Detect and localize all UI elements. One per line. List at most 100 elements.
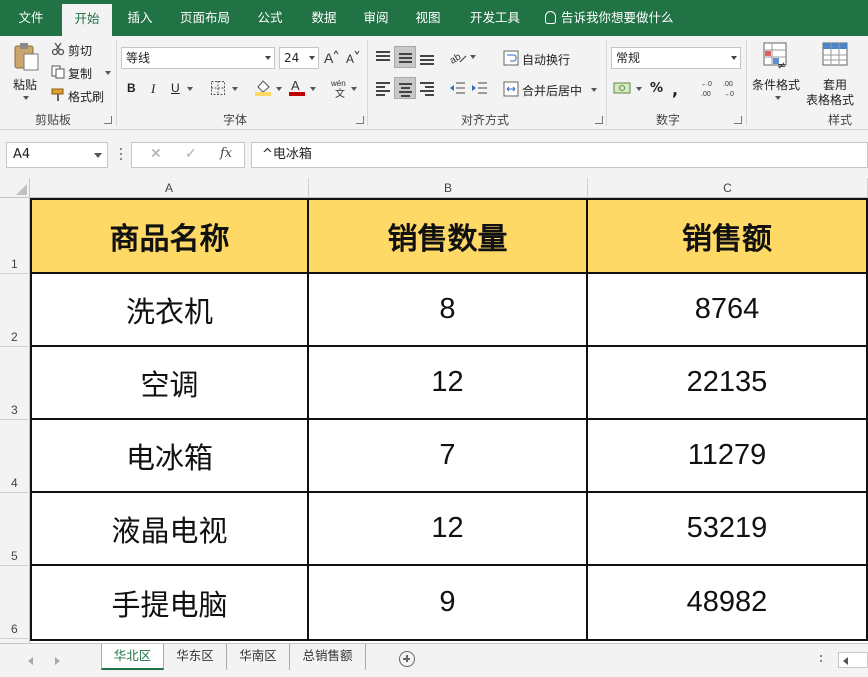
align-top-icon[interactable] xyxy=(372,46,394,68)
format-painter-button[interactable]: 格式刷 xyxy=(68,88,104,105)
row-header-3[interactable]: 3 xyxy=(0,347,30,420)
cell-c2[interactable]: 8764 xyxy=(588,274,868,347)
cell-a2[interactable]: 洗衣机 xyxy=(32,274,309,347)
row-header-5[interactable]: 5 xyxy=(0,493,30,566)
add-sheet-icon[interactable] xyxy=(399,651,415,667)
copy-button[interactable]: 复制 xyxy=(68,65,92,82)
font-name-select[interactable]: 等线 xyxy=(121,47,275,69)
cell-c4[interactable]: 11279 xyxy=(588,420,868,493)
cell-c5[interactable]: 53219 xyxy=(588,493,868,566)
paste-dropdown-icon[interactable] xyxy=(23,96,29,100)
name-box[interactable]: A4 xyxy=(6,142,108,168)
tab-formulas[interactable]: 公式 xyxy=(248,0,292,36)
tell-me-box[interactable]: 告诉我你想要做什么 xyxy=(545,0,674,36)
cell-c6[interactable]: 48982 xyxy=(588,566,868,641)
cell-b4[interactable]: 7 xyxy=(309,420,588,493)
decrease-font-icon[interactable]: A xyxy=(345,49,361,68)
insert-function-icon[interactable]: fx xyxy=(220,146,232,161)
column-header-b[interactable]: B xyxy=(309,178,588,198)
cut-button[interactable]: 剪切 xyxy=(68,42,92,59)
next-sheet-icon[interactable] xyxy=(55,657,60,665)
row-header-2[interactable]: 2 xyxy=(0,274,30,347)
cell-a6[interactable]: 手提电脑 xyxy=(32,566,309,641)
column-header-c[interactable]: C xyxy=(588,178,868,198)
cell-c3[interactable]: 22135 xyxy=(588,347,868,420)
number-launcher-icon[interactable] xyxy=(734,116,742,124)
sheet-tab-huabei[interactable]: 华北区 xyxy=(101,644,164,670)
number-format-select[interactable]: 常规 xyxy=(611,47,741,69)
tab-view[interactable]: 视图 xyxy=(406,0,450,36)
tab-review[interactable]: 审阅 xyxy=(354,0,398,36)
cell-b3[interactable]: 12 xyxy=(309,347,588,420)
sheet-tab-huadong[interactable]: 华东区 xyxy=(164,644,227,670)
align-middle-icon[interactable] xyxy=(394,46,416,68)
column-header-a[interactable]: A xyxy=(30,178,309,198)
font-color-icon[interactable]: A xyxy=(288,78,306,99)
tab-insert[interactable]: 插入 xyxy=(116,0,164,36)
orientation-dropdown-icon[interactable] xyxy=(470,55,476,59)
cell-b6[interactable]: 9 xyxy=(309,566,588,641)
sheet-tab-total[interactable]: 总销售额 xyxy=(290,644,366,670)
tab-developer[interactable]: 开发工具 xyxy=(460,0,530,36)
tab-data[interactable]: 数据 xyxy=(302,0,346,36)
borders-dropdown-icon[interactable] xyxy=(232,87,238,91)
align-center-icon[interactable] xyxy=(394,77,416,99)
copy-dropdown-icon[interactable] xyxy=(105,71,111,75)
prev-sheet-icon[interactable] xyxy=(28,657,33,665)
cancel-icon[interactable]: ✕ xyxy=(150,146,162,162)
merge-center-button[interactable]: 合并后居中 xyxy=(522,82,582,99)
decrease-decimal-icon[interactable]: .00 →0 xyxy=(722,78,740,101)
phonetic-icon[interactable]: wén 文 xyxy=(330,78,350,101)
font-launcher-icon[interactable] xyxy=(356,116,364,124)
alignment-launcher-icon[interactable] xyxy=(595,116,603,124)
enter-icon[interactable]: ✓ xyxy=(185,146,197,162)
decrease-indent-icon[interactable] xyxy=(449,81,465,98)
underline-button[interactable]: U xyxy=(171,81,180,95)
conditional-format-dropdown-icon[interactable] xyxy=(775,96,781,100)
scroll-left-icon[interactable] xyxy=(843,657,848,665)
row-header-6[interactable]: 6 xyxy=(0,566,30,639)
increase-indent-icon[interactable] xyxy=(471,81,487,98)
cell-b2[interactable]: 8 xyxy=(309,274,588,347)
cell-b1[interactable]: 销售数量 xyxy=(309,200,588,274)
sheet-tab-huanan[interactable]: 华南区 xyxy=(227,644,290,670)
font-size-select[interactable]: 24 xyxy=(279,47,319,69)
tab-page-layout[interactable]: 页面布局 xyxy=(170,0,240,36)
tab-file[interactable]: 文件 xyxy=(8,0,54,36)
align-right-icon[interactable] xyxy=(416,77,438,99)
cell-a4[interactable]: 电冰箱 xyxy=(32,420,309,493)
tab-splitter-handle[interactable] xyxy=(820,655,823,669)
percent-icon[interactable]: % xyxy=(650,81,663,96)
borders-icon[interactable] xyxy=(210,80,226,99)
formula-input[interactable]: ^电冰箱 xyxy=(251,142,868,168)
tab-home[interactable]: 开始 xyxy=(62,4,112,36)
currency-icon[interactable] xyxy=(613,80,633,99)
currency-dropdown-icon[interactable] xyxy=(636,87,642,91)
orientation-icon[interactable]: ab xyxy=(448,48,468,69)
cell-a1[interactable]: 商品名称 xyxy=(32,200,309,274)
paste-icon[interactable] xyxy=(12,42,40,72)
fill-color-dropdown-icon[interactable] xyxy=(276,87,282,91)
cell-b5[interactable]: 12 xyxy=(309,493,588,566)
splitter-handle[interactable] xyxy=(120,148,123,162)
fill-color-icon[interactable] xyxy=(254,78,272,99)
table-format-line2[interactable]: 表格格式 xyxy=(806,91,854,108)
row-header-1[interactable]: 1 xyxy=(0,198,30,274)
phonetic-dropdown-icon[interactable] xyxy=(351,87,357,91)
underline-dropdown-icon[interactable] xyxy=(187,87,193,91)
conditional-format-button[interactable]: 条件格式 xyxy=(752,76,800,93)
select-all-button[interactable] xyxy=(0,178,30,198)
align-bottom-icon[interactable] xyxy=(416,46,438,68)
increase-font-icon[interactable]: A xyxy=(323,49,339,68)
paste-button[interactable]: 粘贴 xyxy=(13,76,37,93)
wrap-text-button[interactable]: 自动换行 xyxy=(522,51,570,68)
horizontal-scrollbar[interactable] xyxy=(838,652,868,668)
comma-style-icon[interactable]: , xyxy=(672,80,678,99)
italic-button[interactable]: I xyxy=(151,81,155,97)
row-header-4[interactable]: 4 xyxy=(0,420,30,493)
clipboard-launcher-icon[interactable] xyxy=(104,116,112,124)
font-color-dropdown-icon[interactable] xyxy=(310,87,316,91)
cell-a3[interactable]: 空调 xyxy=(32,347,309,420)
increase-decimal-icon[interactable]: ←0.00 xyxy=(700,78,718,101)
merge-dropdown-icon[interactable] xyxy=(591,88,597,92)
